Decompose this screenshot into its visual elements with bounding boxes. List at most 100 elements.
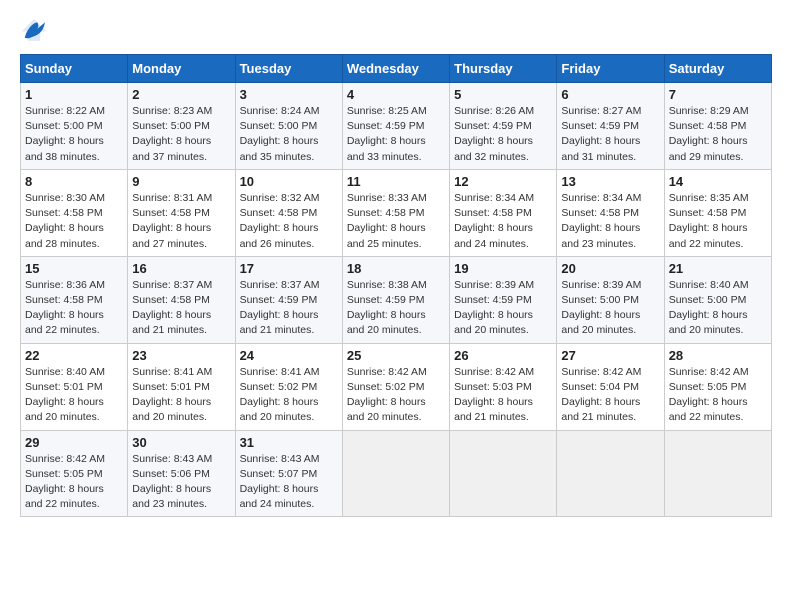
daylight-label: Daylight: 8 hours and 27 minutes.	[132, 222, 211, 249]
weekday-header-thursday: Thursday	[450, 55, 557, 83]
calendar-cell: 13 Sunrise: 8:34 AM Sunset: 4:58 PM Dayl…	[557, 169, 664, 256]
daylight-label: Daylight: 8 hours and 20 minutes.	[561, 309, 640, 336]
day-number: 22	[25, 348, 123, 363]
day-info: Sunrise: 8:33 AM Sunset: 4:58 PM Dayligh…	[347, 191, 445, 252]
calendar-cell: 16 Sunrise: 8:37 AM Sunset: 4:58 PM Dayl…	[128, 256, 235, 343]
day-info: Sunrise: 8:42 AM Sunset: 5:05 PM Dayligh…	[25, 452, 123, 513]
sunset-label: Sunset: 4:58 PM	[454, 207, 532, 219]
day-number: 8	[25, 174, 123, 189]
week-row-1: 1 Sunrise: 8:22 AM Sunset: 5:00 PM Dayli…	[21, 83, 772, 170]
day-info: Sunrise: 8:36 AM Sunset: 4:58 PM Dayligh…	[25, 278, 123, 339]
day-info: Sunrise: 8:34 AM Sunset: 4:58 PM Dayligh…	[454, 191, 552, 252]
daylight-label: Daylight: 8 hours and 32 minutes.	[454, 135, 533, 162]
day-info: Sunrise: 8:32 AM Sunset: 4:58 PM Dayligh…	[240, 191, 338, 252]
sunset-label: Sunset: 5:02 PM	[240, 381, 318, 393]
day-info: Sunrise: 8:42 AM Sunset: 5:03 PM Dayligh…	[454, 365, 552, 426]
day-number: 5	[454, 87, 552, 102]
day-info: Sunrise: 8:41 AM Sunset: 5:02 PM Dayligh…	[240, 365, 338, 426]
sunset-label: Sunset: 5:00 PM	[25, 120, 103, 132]
day-number: 20	[561, 261, 659, 276]
day-number: 7	[669, 87, 767, 102]
sunset-label: Sunset: 5:01 PM	[132, 381, 210, 393]
daylight-label: Daylight: 8 hours and 25 minutes.	[347, 222, 426, 249]
calendar-cell: 14 Sunrise: 8:35 AM Sunset: 4:58 PM Dayl…	[664, 169, 771, 256]
calendar-cell: 15 Sunrise: 8:36 AM Sunset: 4:58 PM Dayl…	[21, 256, 128, 343]
daylight-label: Daylight: 8 hours and 22 minutes.	[25, 483, 104, 510]
page: SundayMondayTuesdayWednesdayThursdayFrid…	[0, 0, 792, 529]
day-info: Sunrise: 8:29 AM Sunset: 4:58 PM Dayligh…	[669, 104, 767, 165]
day-info: Sunrise: 8:37 AM Sunset: 4:59 PM Dayligh…	[240, 278, 338, 339]
daylight-label: Daylight: 8 hours and 22 minutes.	[25, 309, 104, 336]
sunrise-label: Sunrise: 8:41 AM	[132, 366, 212, 378]
daylight-label: Daylight: 8 hours and 20 minutes.	[454, 309, 533, 336]
sunset-label: Sunset: 5:00 PM	[669, 294, 747, 306]
weekday-header-row: SundayMondayTuesdayWednesdayThursdayFrid…	[21, 55, 772, 83]
sunrise-label: Sunrise: 8:32 AM	[240, 192, 320, 204]
sunrise-label: Sunrise: 8:42 AM	[669, 366, 749, 378]
daylight-label: Daylight: 8 hours and 20 minutes.	[132, 396, 211, 423]
sunrise-label: Sunrise: 8:42 AM	[25, 453, 105, 465]
calendar-cell	[342, 430, 449, 517]
calendar-cell: 21 Sunrise: 8:40 AM Sunset: 5:00 PM Dayl…	[664, 256, 771, 343]
calendar-cell: 25 Sunrise: 8:42 AM Sunset: 5:02 PM Dayl…	[342, 343, 449, 430]
day-number: 12	[454, 174, 552, 189]
day-info: Sunrise: 8:23 AM Sunset: 5:00 PM Dayligh…	[132, 104, 230, 165]
calendar-cell: 31 Sunrise: 8:43 AM Sunset: 5:07 PM Dayl…	[235, 430, 342, 517]
daylight-label: Daylight: 8 hours and 21 minutes.	[240, 309, 319, 336]
calendar-cell: 11 Sunrise: 8:33 AM Sunset: 4:58 PM Dayl…	[342, 169, 449, 256]
calendar-cell: 22 Sunrise: 8:40 AM Sunset: 5:01 PM Dayl…	[21, 343, 128, 430]
day-number: 2	[132, 87, 230, 102]
calendar-cell: 24 Sunrise: 8:41 AM Sunset: 5:02 PM Dayl…	[235, 343, 342, 430]
logo-bird-icon	[20, 16, 48, 44]
calendar-cell: 19 Sunrise: 8:39 AM Sunset: 4:59 PM Dayl…	[450, 256, 557, 343]
sunrise-label: Sunrise: 8:30 AM	[25, 192, 105, 204]
sunset-label: Sunset: 4:58 PM	[669, 120, 747, 132]
week-row-5: 29 Sunrise: 8:42 AM Sunset: 5:05 PM Dayl…	[21, 430, 772, 517]
calendar-cell: 23 Sunrise: 8:41 AM Sunset: 5:01 PM Dayl…	[128, 343, 235, 430]
day-info: Sunrise: 8:37 AM Sunset: 4:58 PM Dayligh…	[132, 278, 230, 339]
day-number: 14	[669, 174, 767, 189]
sunset-label: Sunset: 5:00 PM	[240, 120, 318, 132]
sunset-label: Sunset: 5:01 PM	[25, 381, 103, 393]
calendar-cell: 29 Sunrise: 8:42 AM Sunset: 5:05 PM Dayl…	[21, 430, 128, 517]
sunrise-label: Sunrise: 8:29 AM	[669, 105, 749, 117]
daylight-label: Daylight: 8 hours and 38 minutes.	[25, 135, 104, 162]
sunrise-label: Sunrise: 8:43 AM	[240, 453, 320, 465]
day-number: 15	[25, 261, 123, 276]
sunset-label: Sunset: 5:05 PM	[25, 468, 103, 480]
day-number: 25	[347, 348, 445, 363]
daylight-label: Daylight: 8 hours and 21 minutes.	[561, 396, 640, 423]
daylight-label: Daylight: 8 hours and 29 minutes.	[669, 135, 748, 162]
calendar-cell: 28 Sunrise: 8:42 AM Sunset: 5:05 PM Dayl…	[664, 343, 771, 430]
day-info: Sunrise: 8:42 AM Sunset: 5:04 PM Dayligh…	[561, 365, 659, 426]
calendar-cell: 5 Sunrise: 8:26 AM Sunset: 4:59 PM Dayli…	[450, 83, 557, 170]
sunset-label: Sunset: 5:06 PM	[132, 468, 210, 480]
day-number: 19	[454, 261, 552, 276]
sunset-label: Sunset: 4:59 PM	[561, 120, 639, 132]
calendar-cell: 10 Sunrise: 8:32 AM Sunset: 4:58 PM Dayl…	[235, 169, 342, 256]
sunrise-label: Sunrise: 8:39 AM	[561, 279, 641, 291]
sunset-label: Sunset: 5:04 PM	[561, 381, 639, 393]
sunset-label: Sunset: 4:59 PM	[240, 294, 318, 306]
day-info: Sunrise: 8:40 AM Sunset: 5:01 PM Dayligh…	[25, 365, 123, 426]
day-info: Sunrise: 8:40 AM Sunset: 5:00 PM Dayligh…	[669, 278, 767, 339]
sunrise-label: Sunrise: 8:26 AM	[454, 105, 534, 117]
sunset-label: Sunset: 4:59 PM	[347, 294, 425, 306]
sunset-label: Sunset: 4:59 PM	[454, 294, 532, 306]
day-number: 18	[347, 261, 445, 276]
sunrise-label: Sunrise: 8:41 AM	[240, 366, 320, 378]
day-info: Sunrise: 8:35 AM Sunset: 4:58 PM Dayligh…	[669, 191, 767, 252]
calendar-cell: 9 Sunrise: 8:31 AM Sunset: 4:58 PM Dayli…	[128, 169, 235, 256]
day-number: 29	[25, 435, 123, 450]
day-info: Sunrise: 8:42 AM Sunset: 5:02 PM Dayligh…	[347, 365, 445, 426]
calendar-cell: 3 Sunrise: 8:24 AM Sunset: 5:00 PM Dayli…	[235, 83, 342, 170]
day-info: Sunrise: 8:26 AM Sunset: 4:59 PM Dayligh…	[454, 104, 552, 165]
sunrise-label: Sunrise: 8:42 AM	[454, 366, 534, 378]
day-info: Sunrise: 8:38 AM Sunset: 4:59 PM Dayligh…	[347, 278, 445, 339]
calendar-cell: 1 Sunrise: 8:22 AM Sunset: 5:00 PM Dayli…	[21, 83, 128, 170]
calendar-cell: 27 Sunrise: 8:42 AM Sunset: 5:04 PM Dayl…	[557, 343, 664, 430]
sunset-label: Sunset: 4:58 PM	[132, 294, 210, 306]
sunrise-label: Sunrise: 8:34 AM	[454, 192, 534, 204]
daylight-label: Daylight: 8 hours and 31 minutes.	[561, 135, 640, 162]
day-info: Sunrise: 8:39 AM Sunset: 5:00 PM Dayligh…	[561, 278, 659, 339]
